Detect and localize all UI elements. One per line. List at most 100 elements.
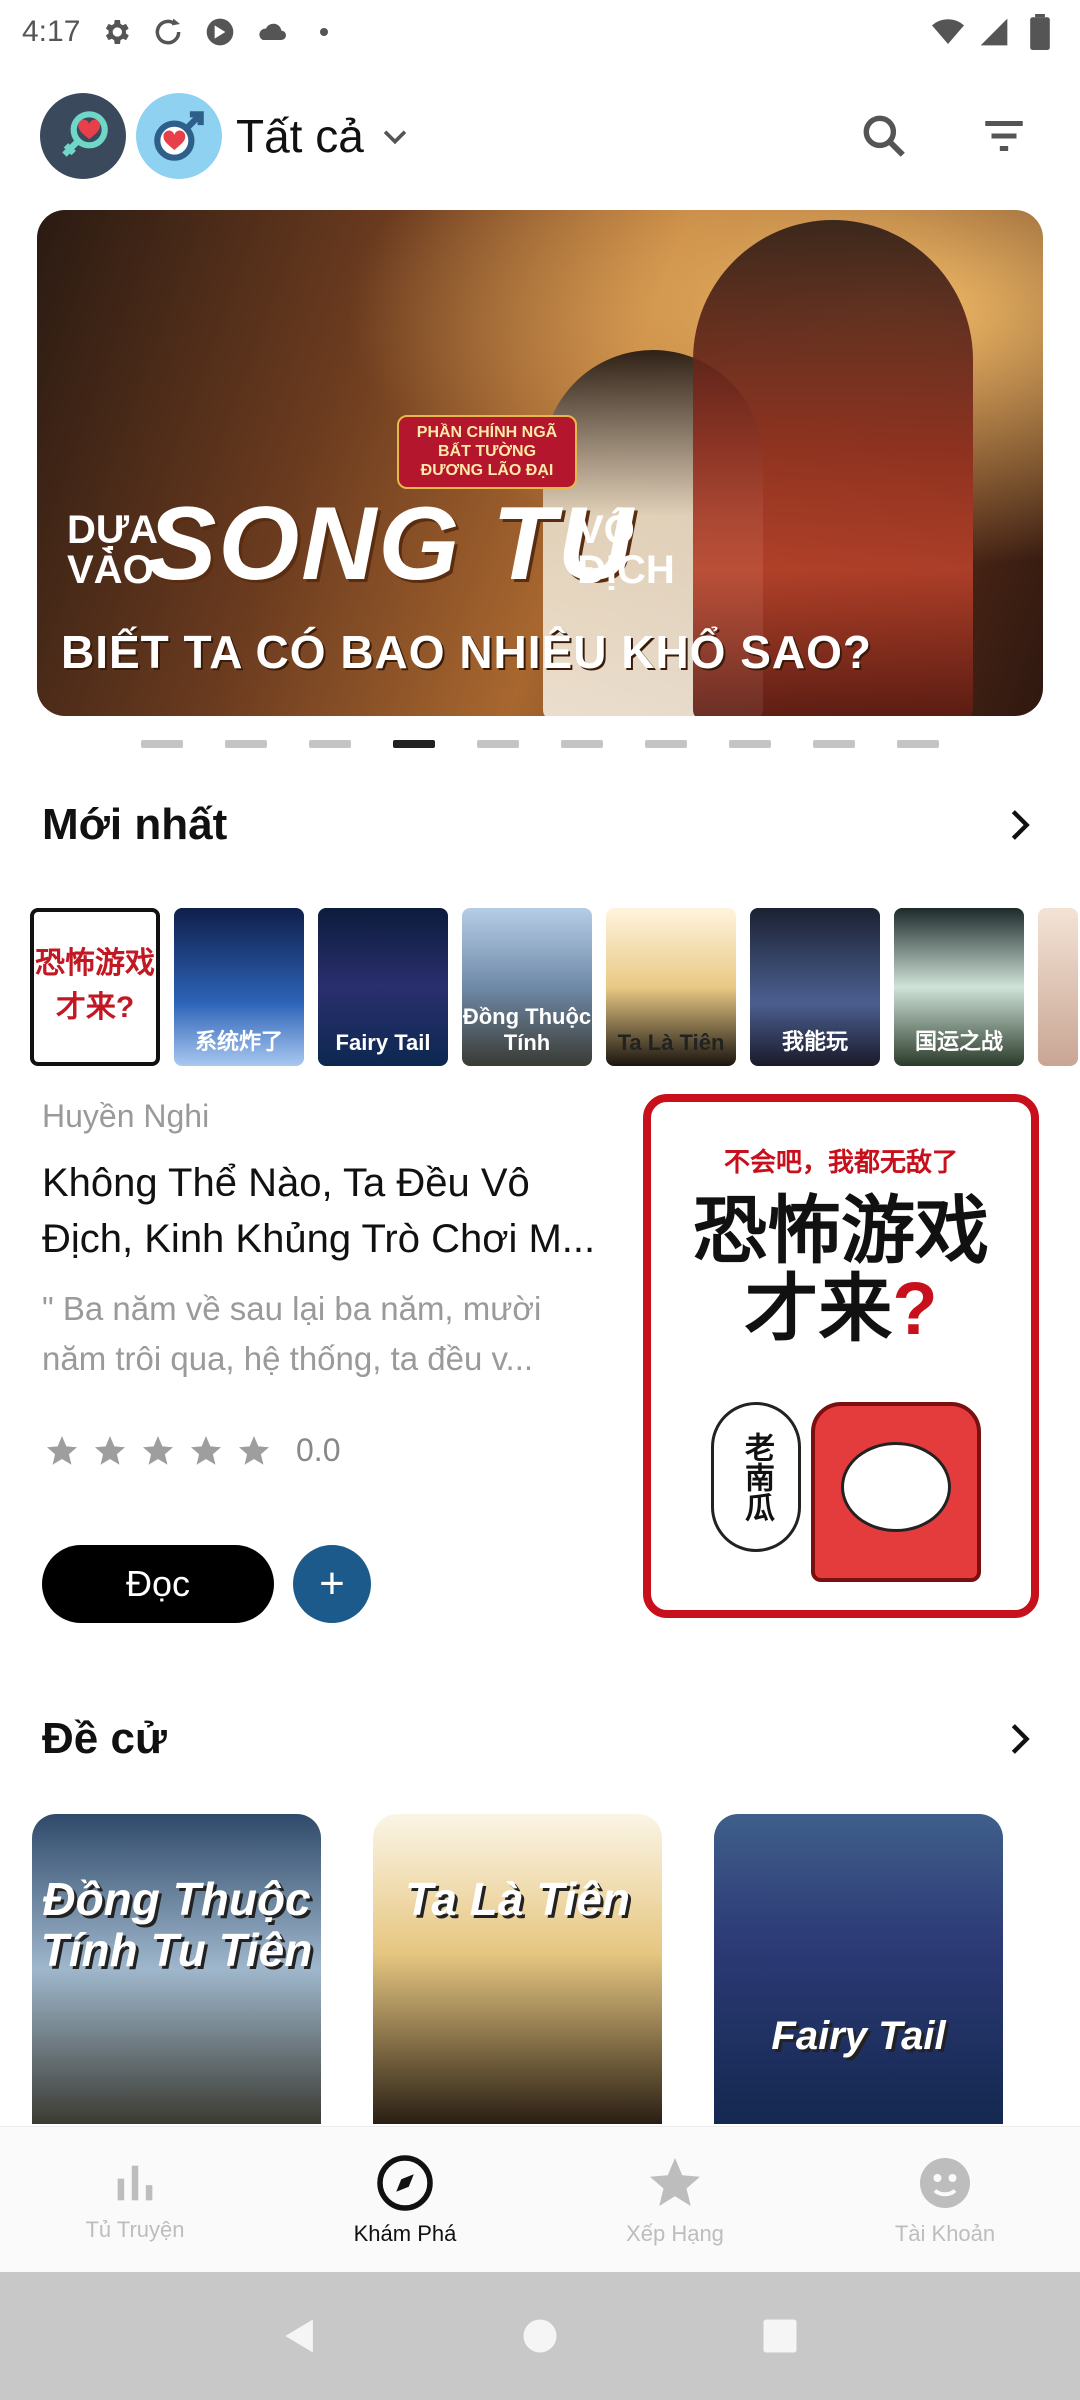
star-icon — [47, 1435, 77, 1465]
star-icon — [239, 1435, 269, 1465]
wifi-icon — [932, 16, 964, 48]
app-notification-icon — [204, 16, 236, 48]
latest-thumb[interactable] — [1038, 908, 1078, 1066]
latest-thumb[interactable]: 国运之战 — [894, 908, 1024, 1066]
cover-title-line1: 恐怖游戏 — [693, 1189, 989, 1272]
nav-label: Khám Phá — [353, 2220, 457, 2246]
pagination-dot[interactable] — [477, 740, 519, 748]
signal-icon — [978, 16, 1010, 48]
category-filter-label[interactable]: Tất cả — [236, 109, 364, 163]
featured-title[interactable]: Không Thể Nào, Ta Đều Vô Địch, Kinh Khủn… — [42, 1155, 622, 1267]
recommended-section-title: Đề cử — [42, 1714, 167, 1763]
nav-explore[interactable]: Khám Phá — [270, 2127, 540, 2272]
male-heart-icon — [154, 111, 204, 161]
recents-square-icon[interactable] — [758, 2314, 802, 2358]
thumb-label: 系统炸了 — [194, 1029, 283, 1054]
latest-thumb[interactable]: 系统炸了 — [174, 908, 304, 1066]
battery-icon — [1024, 14, 1056, 50]
chevron-right-icon[interactable] — [1000, 1719, 1040, 1759]
thumb-label: 国运之战 — [914, 1029, 1003, 1054]
top-header: Tất cả — [40, 88, 1040, 184]
system-navigation-bar — [0, 2272, 1080, 2400]
pagination-dot[interactable] — [141, 740, 183, 748]
featured-rating: 0.0 — [44, 1432, 340, 1469]
rating-value: 0.0 — [296, 1432, 341, 1468]
account-icon — [920, 2157, 970, 2208]
pagination-dot[interactable] — [813, 740, 855, 748]
star-icon — [143, 1435, 173, 1465]
thumb-label: 我能玩 — [781, 1029, 848, 1054]
latest-thumb[interactable]: Đồng Thuộc Tính — [462, 908, 592, 1066]
chevron-right-icon[interactable] — [1000, 805, 1040, 845]
pagination-dot[interactable] — [561, 740, 603, 748]
bar-chart-icon — [117, 2165, 153, 2200]
banner-line-right: VÔ ĐỊCH — [577, 508, 675, 592]
search-icon — [863, 115, 905, 157]
filter-lines-icon — [985, 121, 1023, 151]
recommended-card-title: Fairy Tail — [771, 2014, 946, 2058]
recommended-section-header[interactable]: Đề cử — [42, 1714, 1040, 1764]
latest-thumb[interactable]: Ta Là Tiên — [606, 908, 736, 1066]
cover-author-sign: 老南瓜 — [711, 1402, 801, 1552]
pagination-dot[interactable] — [729, 740, 771, 748]
thumb-label: Fairy Tail — [335, 1030, 431, 1055]
read-button[interactable]: Đọc — [42, 1545, 274, 1623]
star-icon — [95, 1435, 125, 1465]
more-dot-icon — [308, 16, 340, 48]
cover-title-question: ? — [892, 1266, 938, 1350]
cover-illustration-face — [841, 1442, 951, 1532]
cover-subtitle: 不会吧，我都无敌了 — [723, 1147, 958, 1177]
nav-library[interactable]: Tủ Truyện — [0, 2127, 270, 2272]
home-circle-icon[interactable] — [518, 2314, 562, 2358]
pagination-dot[interactable] — [393, 740, 435, 748]
pagination-dot[interactable] — [225, 740, 267, 748]
status-time: 4:17 — [22, 15, 81, 48]
sync-icon — [152, 16, 184, 48]
recommended-card-title: Đồng Thuộc Tính Tu Tiên — [40, 1873, 313, 1976]
back-triangle-icon[interactable] — [278, 2314, 322, 2358]
featured-description: " Ba năm về sau lại ba năm, mười năm trô… — [42, 1290, 542, 1377]
add-to-library-button[interactable]: + — [293, 1545, 371, 1623]
cover-title-line2: 才来 — [744, 1266, 893, 1350]
nav-label: Xếp Hạng — [626, 2220, 724, 2246]
thumb-label: 恐怖游戏才来? — [35, 947, 155, 1024]
latest-thumb[interactable]: 我能玩 — [750, 908, 880, 1066]
banner-pagination — [0, 740, 1080, 748]
recommended-card[interactable]: Ta Là Tiên — [373, 1814, 662, 2124]
latest-thumb[interactable]: 恐怖游戏才来? — [30, 908, 160, 1066]
nav-ranking[interactable]: Xếp Hạng — [540, 2127, 810, 2272]
nav-label: Tài Khoản — [894, 2220, 996, 2246]
cloud-icon — [256, 16, 288, 48]
latest-section-header[interactable]: Mới nhất — [42, 800, 1040, 850]
featured-banner[interactable]: PHẦN CHÍNH NGÃ BẤT TƯỜNG ĐƯƠNG LÃO ĐẠI D… — [37, 210, 1043, 716]
recommended-card[interactable]: Đồng Thuộc Tính Tu Tiên — [32, 1814, 321, 2124]
banner-line-bottom: BIẾT TA CÓ BAO NHIÊU KHỔ SAO? — [61, 626, 872, 678]
recommended-list: Đồng Thuộc Tính Tu Tiên Ta Là Tiên Fairy… — [32, 1814, 1003, 2124]
cover-title: 恐怖游戏 才来? — [671, 1192, 1011, 1347]
nav-account[interactable]: Tài Khoản — [810, 2127, 1080, 2272]
thumb-label: Đồng Thuộc Tính — [462, 1004, 592, 1055]
pagination-dot[interactable] — [645, 740, 687, 748]
featured-author: Huyền Nghi — [42, 1098, 210, 1134]
star-icon — [650, 2157, 700, 2206]
settings-gear-icon — [100, 16, 132, 48]
latest-thumb[interactable]: Fairy Tail — [318, 908, 448, 1066]
status-bar: 4:17 — [0, 0, 1080, 64]
banner-line-main: SONG TU — [147, 486, 635, 602]
bottom-navigation: Tủ Truyện Khám Phá Xếp Hạng Tài Khoản — [0, 2126, 1080, 2272]
latest-section-title: Mới nhất — [42, 800, 228, 849]
female-heart-icon — [62, 111, 108, 157]
search-button[interactable] — [848, 100, 920, 172]
recommended-card-title: Ta Là Tiên — [405, 1873, 630, 1925]
thumb-label: Ta Là Tiên — [617, 1030, 725, 1055]
chevron-down-icon[interactable] — [378, 119, 412, 153]
featured-cover[interactable]: 不会吧，我都无敌了 恐怖游戏 才来? 老南瓜 — [643, 1094, 1039, 1618]
gender-male-toggle[interactable] — [136, 93, 222, 179]
pagination-dot[interactable] — [897, 740, 939, 748]
gender-female-toggle[interactable] — [40, 93, 126, 179]
compass-icon — [377, 2154, 433, 2211]
star-icon — [191, 1435, 221, 1465]
sort-filter-button[interactable] — [968, 100, 1040, 172]
pagination-dot[interactable] — [309, 740, 351, 748]
recommended-card[interactable]: Fairy Tail — [714, 1814, 1003, 2124]
